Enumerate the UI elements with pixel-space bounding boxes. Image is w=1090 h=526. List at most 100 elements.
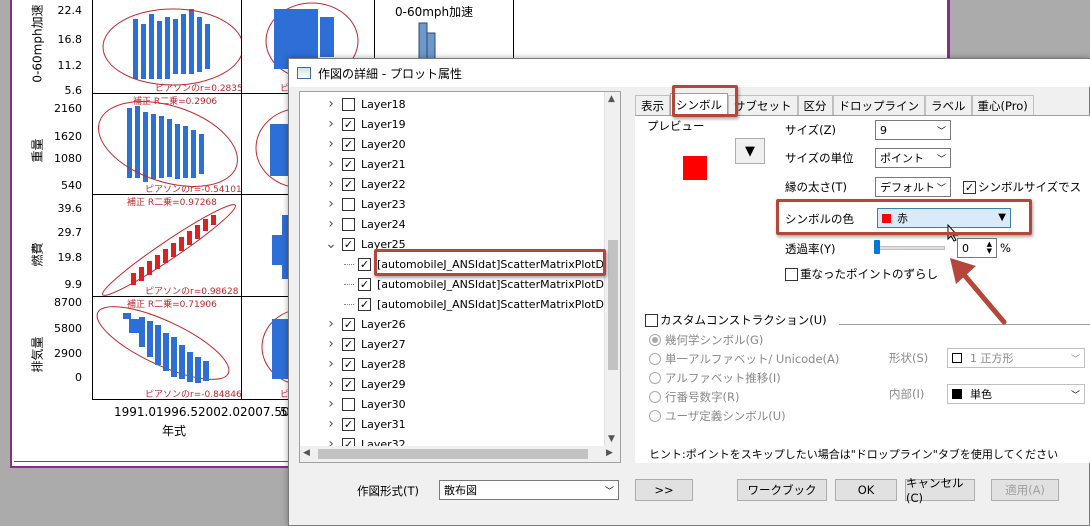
tree-item-checkbox[interactable]: ✓: [342, 317, 355, 331]
tree-item[interactable]: › Layer30: [324, 394, 405, 414]
tab-display[interactable]: 表示: [635, 95, 670, 115]
tree-item[interactable]: › ✓ Layer21: [324, 154, 406, 174]
size-combo[interactable]: 9 ﹀: [875, 120, 951, 140]
radio-label: 単一アルファベット/ Unicode(A): [665, 352, 840, 366]
edge-thickness-value: デフォルト: [880, 181, 935, 194]
size-unit-combo[interactable]: ポイント ﹀: [875, 148, 951, 168]
tree-item-checkbox[interactable]: ✓: [342, 357, 355, 371]
tab-droplines[interactable]: ドロップライン: [832, 95, 925, 115]
tree-item[interactable]: › ✓ Layer19: [324, 114, 405, 134]
scale-symbol-size-label: シンボルサイズでス: [978, 180, 1082, 194]
scale-symbol-size-checkbox[interactable]: ✓ シンボルサイズでス: [963, 179, 1081, 195]
tree-item-checkbox[interactable]: ✓: [358, 277, 371, 291]
scroll-down-arrow[interactable]: ▼: [608, 434, 615, 444]
ok-button[interactable]: OK: [835, 479, 897, 501]
dialog-titlebar[interactable]: 作図の詳細 - プロット属性: [289, 59, 1090, 87]
tab-subset[interactable]: サブセット: [728, 95, 798, 115]
interior-value: 単色: [970, 388, 992, 401]
tree-item-checkbox[interactable]: ✓: [342, 337, 355, 351]
size-label: サイズ(Z): [785, 123, 837, 137]
tree-item-checkbox[interactable]: ✓: [342, 237, 355, 251]
highlight-symbol-tab: [672, 85, 738, 117]
layer-tree[interactable]: › Layer18 › ✓ Layer19 › ✓ Layer20 › ✓ Layer21 › ✓ Lay…: [299, 91, 621, 463]
chevron-right-icon[interactable]: ›: [324, 196, 338, 212]
tree-item-checkbox[interactable]: ✓: [342, 157, 355, 171]
workbook-button[interactable]: ワークブック: [737, 479, 827, 501]
chevron-right-icon[interactable]: ›: [324, 96, 338, 112]
tab-label[interactable]: ラベル: [925, 95, 972, 115]
tree-item[interactable]: › ✓ Layer31: [324, 414, 405, 434]
scatter-panel-accel-year[interactable]: ピアソンのr=0.28355: [92, 0, 242, 94]
tree-item[interactable]: › ✓ Layer29: [324, 374, 405, 394]
chevron-right-icon[interactable]: ›: [324, 316, 338, 332]
plot-type-combo[interactable]: 散布図 ﹀: [439, 480, 619, 500]
chevron-right-icon[interactable]: ›: [324, 336, 338, 352]
scatter-panel-displacement-year[interactable]: 補正 R二乗=0.71906 ピアソンのr=-0.84846: [92, 296, 242, 400]
tree-item-checkbox[interactable]: ✓: [342, 117, 355, 131]
tree-item[interactable]: › Layer18: [324, 94, 405, 114]
chevron-right-icon[interactable]: ›: [324, 356, 338, 372]
tree-item-checkbox[interactable]: ✓: [358, 257, 371, 271]
chevron-right-icon[interactable]: ›: [324, 176, 338, 192]
tree-item[interactable]: ✓ [automobileJ_ANSIdat]ScatterMatrixPlotD…: [344, 274, 611, 294]
custom-construction-checkbox[interactable]: カスタムコンストラクション(U): [645, 312, 827, 328]
scatter-panel-weight-year[interactable]: 補正 R二乗=0.2906 ピアソンのr=-0.54101: [92, 93, 242, 195]
scroll-up-arrow[interactable]: ▲: [608, 94, 615, 104]
apply-button[interactable]: 適用(A): [991, 479, 1059, 501]
scatter-panel-mpg-year[interactable]: 補正 R二乗=0.97268 ピアソンのr=0.98628: [92, 194, 242, 297]
tree-item-checkbox[interactable]: ✓: [342, 177, 355, 191]
tree-item[interactable]: › ✓ Layer20: [324, 134, 405, 154]
scroll-left-arrow[interactable]: ◀: [303, 448, 310, 458]
tree-item-checkbox[interactable]: ✓: [342, 377, 355, 391]
scroll-thumb[interactable]: [608, 240, 618, 370]
slider-thumb[interactable]: [874, 240, 880, 254]
chevron-right-icon[interactable]: ›: [324, 416, 338, 432]
radio-letter-increment[interactable]: アルファベット推移(I): [649, 370, 781, 386]
edge-thickness-combo[interactable]: デフォルト ﹀: [875, 177, 951, 197]
tree-item-checkbox[interactable]: ✓: [342, 137, 355, 151]
checkbox-box: ✓: [963, 180, 976, 194]
tree-item[interactable]: ✓ [automobileJ_ANSIdat]ScatterMatrixPlotD…: [344, 294, 611, 314]
transparency-slider[interactable]: [874, 240, 945, 254]
scroll-thumb[interactable]: [318, 449, 588, 459]
tree-horizontal-scrollbar[interactable]: ◀ ▶: [300, 446, 620, 462]
cancel-button[interactable]: キャンセル(C): [905, 476, 975, 505]
tree-item-label: Layer21: [361, 157, 406, 171]
tab-segment[interactable]: 区分: [797, 95, 833, 115]
scroll-right-arrow[interactable]: ▶: [606, 448, 613, 458]
tree-item[interactable]: › ✓ Layer22: [324, 174, 405, 194]
shape-combo[interactable]: 1 正方形 ﹀: [947, 348, 1085, 368]
preview-symbol: [683, 156, 707, 180]
tree-item-checkbox[interactable]: [342, 217, 355, 231]
radio-row-number[interactable]: 行番号数字(R): [649, 389, 739, 405]
tree-item[interactable]: › ✓ Layer27: [324, 334, 405, 354]
chevron-right-icon[interactable]: ›: [324, 136, 338, 152]
chevron-down-icon[interactable]: ⌄: [324, 236, 338, 252]
tree-item[interactable]: › Layer23: [324, 194, 405, 214]
chevron-right-icon[interactable]: ›: [324, 376, 338, 392]
tree-vertical-scrollbar[interactable]: ▲ ▼: [604, 92, 620, 448]
radio-user-defined[interactable]: ユーザ定義シンボル(U): [649, 408, 786, 424]
jitter-checkbox[interactable]: 重なったポイントのずらし: [785, 266, 938, 282]
tree-item-checkbox[interactable]: [342, 197, 355, 211]
ytick: 16.8: [57, 33, 83, 46]
collapse-expand-button[interactable]: >>: [635, 479, 693, 501]
chevron-right-icon[interactable]: ›: [324, 216, 338, 232]
tree-item[interactable]: › ✓ Layer28: [324, 354, 405, 374]
histogram-panel[interactable]: 0-60mph加速: [374, 0, 514, 60]
interior-combo[interactable]: 単色 ﹀: [947, 384, 1085, 404]
tree-item-checkbox[interactable]: [342, 97, 355, 111]
radio-geometric[interactable]: 幾何学シンボル(G): [649, 332, 763, 348]
tree-item[interactable]: › Layer24: [324, 214, 405, 234]
tree-item-checkbox[interactable]: [342, 397, 355, 411]
symbol-gallery-button[interactable]: ▼: [735, 138, 765, 164]
chevron-right-icon[interactable]: ›: [324, 116, 338, 132]
chevron-right-icon[interactable]: ›: [324, 396, 338, 412]
chevron-right-icon[interactable]: ›: [324, 156, 338, 172]
plot-details-icon: [297, 67, 311, 79]
tree-item[interactable]: › ✓ Layer26: [324, 314, 405, 334]
radio-single-letter[interactable]: 単一アルファベット/ Unicode(A): [649, 351, 839, 367]
tree-item-checkbox[interactable]: ✓: [358, 297, 371, 311]
tab-centroid[interactable]: 重心(Pro): [971, 95, 1034, 115]
tree-item-checkbox[interactable]: ✓: [342, 417, 355, 431]
